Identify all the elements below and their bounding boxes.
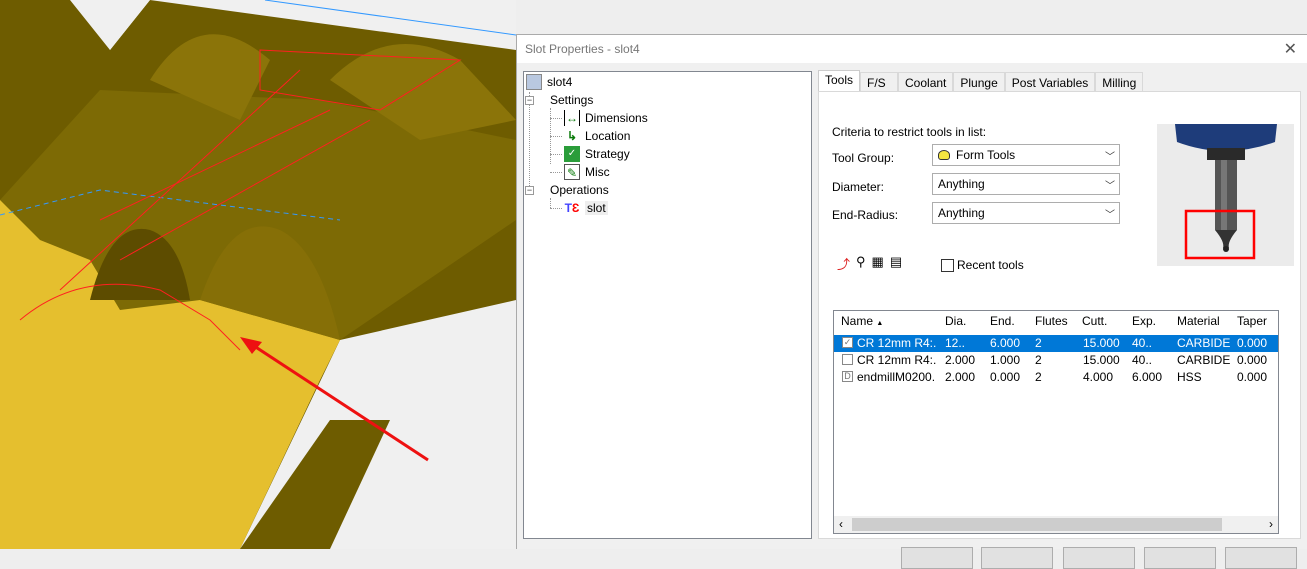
- slot-operation-icon: TƐ: [564, 201, 580, 215]
- collapse-settings-toggle[interactable]: −: [525, 96, 534, 105]
- tree-item-strategy[interactable]: ✓ Strategy: [564, 145, 630, 163]
- diameter-select[interactable]: Anything ﹀: [932, 173, 1120, 195]
- sort-ascending-icon: ▲: [876, 320, 884, 327]
- diameter-label: Diameter:: [832, 180, 885, 194]
- tool-row[interactable]: CR 12mm R4:. 2.000 1.000 2 15.000 40.. CARBIDE…: [834, 352, 1278, 369]
- tree-item-slot4[interactable]: slot4: [526, 73, 572, 91]
- tool-library-icon[interactable]: ▦: [872, 254, 884, 273]
- part-model: [0, 0, 517, 549]
- cell-dia: 2.000: [945, 370, 976, 384]
- scroll-left-icon[interactable]: ‹: [839, 517, 843, 531]
- cell-taper: 0.000: [1237, 370, 1268, 384]
- cell-end: 0.000: [990, 370, 1021, 384]
- tool-row-checkbox[interactable]: [842, 354, 853, 365]
- column-header-end[interactable]: End.: [990, 311, 1015, 331]
- cell-cutt: 15.000: [1083, 336, 1120, 350]
- tool-preview-image: [1157, 124, 1294, 266]
- cell-end: 1.000: [990, 353, 1021, 367]
- tool-row[interactable]: ✓ CR 12mm R4:. 12.. 6.000 2 15.000 40.. CARBIDE…: [834, 335, 1278, 352]
- dimensions-icon: ↔: [564, 110, 580, 126]
- cell-exp: 40..: [1132, 336, 1153, 350]
- column-header-cutt[interactable]: Cutt.: [1082, 311, 1107, 331]
- tool-row[interactable]: DendmillM0200. 2.000 0.000 2 4.000 6.000 HSS 0.…: [834, 369, 1278, 386]
- tab-post-variables[interactable]: Post Variables: [1004, 72, 1096, 92]
- chevron-down-icon: ﹀: [1105, 152, 1115, 163]
- column-header-dia[interactable]: Dia.: [945, 311, 966, 331]
- chevron-down-icon: ﹀: [1105, 210, 1115, 221]
- tool-refresh-icon[interactable]: ⤴: [837, 254, 850, 273]
- cell-cutt: 15.000: [1083, 353, 1120, 367]
- dialog-button-5[interactable]: [1225, 547, 1297, 569]
- tree-item-misc[interactable]: ✎ Misc: [564, 163, 610, 181]
- cell-flutes: 2: [1035, 370, 1042, 384]
- tool-list: Name ▲ Dia. End. Flutes Cutt. Exp. Mater…: [833, 310, 1279, 534]
- close-button[interactable]: ✕: [1284, 39, 1297, 59]
- cell-material: CARBIDE: [1177, 336, 1231, 350]
- cell-taper: 0.000: [1237, 353, 1268, 367]
- cell-dia: 12..: [945, 336, 966, 350]
- end-radius-label: End-Radius:: [832, 208, 899, 222]
- criteria-label: Criteria to restrict tools in list:: [832, 125, 987, 139]
- misc-notepad-icon: ✎: [564, 164, 580, 180]
- tool-row-checkbox[interactable]: ✓: [842, 337, 853, 348]
- tool-group-select[interactable]: Form Tools ﹀: [932, 144, 1120, 166]
- scroll-right-icon[interactable]: ›: [1269, 517, 1273, 531]
- dialog-button-4[interactable]: [1144, 547, 1216, 569]
- form-tool-bulb-icon: [938, 150, 950, 160]
- tree-item-location[interactable]: ↳ Location: [564, 127, 630, 145]
- scrollbar-thumb[interactable]: [852, 518, 1222, 531]
- tab-bar: Tools F/S Coolant Plunge Post Variables …: [818, 70, 1144, 92]
- recent-tools-checkbox[interactable]: Recent tools: [941, 258, 1024, 272]
- column-header-name[interactable]: Name ▲: [841, 311, 883, 331]
- tab-plunge[interactable]: Plunge: [953, 72, 1005, 92]
- column-header-exp[interactable]: Exp.: [1132, 311, 1156, 331]
- part-icon: [526, 74, 542, 90]
- tree-item-operations[interactable]: Operations: [550, 181, 609, 199]
- end-radius-select[interactable]: Anything ﹀: [932, 202, 1120, 224]
- cell-name: CR 12mm R4:.: [857, 353, 937, 367]
- tab-fs[interactable]: F/S: [860, 72, 899, 92]
- tree-item-settings[interactable]: Settings: [550, 91, 593, 109]
- location-icon: ↳: [566, 129, 578, 143]
- tree-item-dimensions[interactable]: ↔ Dimensions: [564, 109, 648, 127]
- cell-exp: 40..: [1132, 353, 1153, 367]
- cell-name: CR 12mm R4:.: [857, 336, 937, 350]
- dialog-button-2[interactable]: [981, 547, 1053, 569]
- dialog-title: Slot Properties - slot4: [517, 35, 1307, 63]
- tree-item-slot[interactable]: TƐ slot: [564, 199, 608, 217]
- dialog-button-3[interactable]: [1063, 547, 1135, 569]
- slot-properties-dialog: Slot Properties - slot4 ✕ slot4 − Settin…: [516, 34, 1307, 569]
- tool-properties-icon[interactable]: ▤: [890, 254, 902, 273]
- column-header-taper[interactable]: Taper: [1237, 311, 1267, 331]
- tool-toolbar: ⤴ ⚲ ▦ ▤: [837, 254, 902, 273]
- tools-tab-panel: Criteria to restrict tools in list: Tool…: [818, 91, 1301, 539]
- horizontal-scrollbar[interactable]: ‹ ›: [834, 516, 1278, 533]
- tab-coolant[interactable]: Coolant: [898, 72, 954, 92]
- 3d-viewport[interactable]: [0, 0, 517, 549]
- cell-material: HSS: [1177, 370, 1202, 384]
- cell-exp: 6.000: [1132, 370, 1163, 384]
- tab-milling[interactable]: Milling: [1095, 72, 1144, 92]
- strategy-icon: ✓: [564, 146, 580, 162]
- chevron-down-icon: ﹀: [1105, 181, 1115, 192]
- cell-end: 6.000: [990, 336, 1021, 350]
- tool-group-label: Tool Group:: [832, 151, 895, 165]
- cell-name: endmillM0200.: [857, 370, 936, 384]
- dialog-button-1[interactable]: [901, 547, 973, 569]
- cell-material: CARBIDE: [1177, 353, 1231, 367]
- cell-dia: 2.000: [945, 353, 976, 367]
- collapse-operations-toggle[interactable]: −: [525, 186, 534, 195]
- operation-tree: slot4 − Settings ↔ Dimensions ↳ Location ✓…: [523, 71, 812, 539]
- cell-taper: 0.000: [1237, 336, 1268, 350]
- column-header-material[interactable]: Material: [1177, 311, 1220, 331]
- new-tool-icon[interactable]: ⚲: [856, 254, 866, 273]
- cell-cutt: 4.000: [1083, 370, 1114, 384]
- column-header-flutes[interactable]: Flutes: [1035, 311, 1068, 331]
- cell-flutes: 2: [1035, 336, 1042, 350]
- tool-type-icon[interactable]: D: [842, 371, 853, 382]
- cell-flutes: 2: [1035, 353, 1042, 367]
- tab-tools[interactable]: Tools: [818, 70, 861, 92]
